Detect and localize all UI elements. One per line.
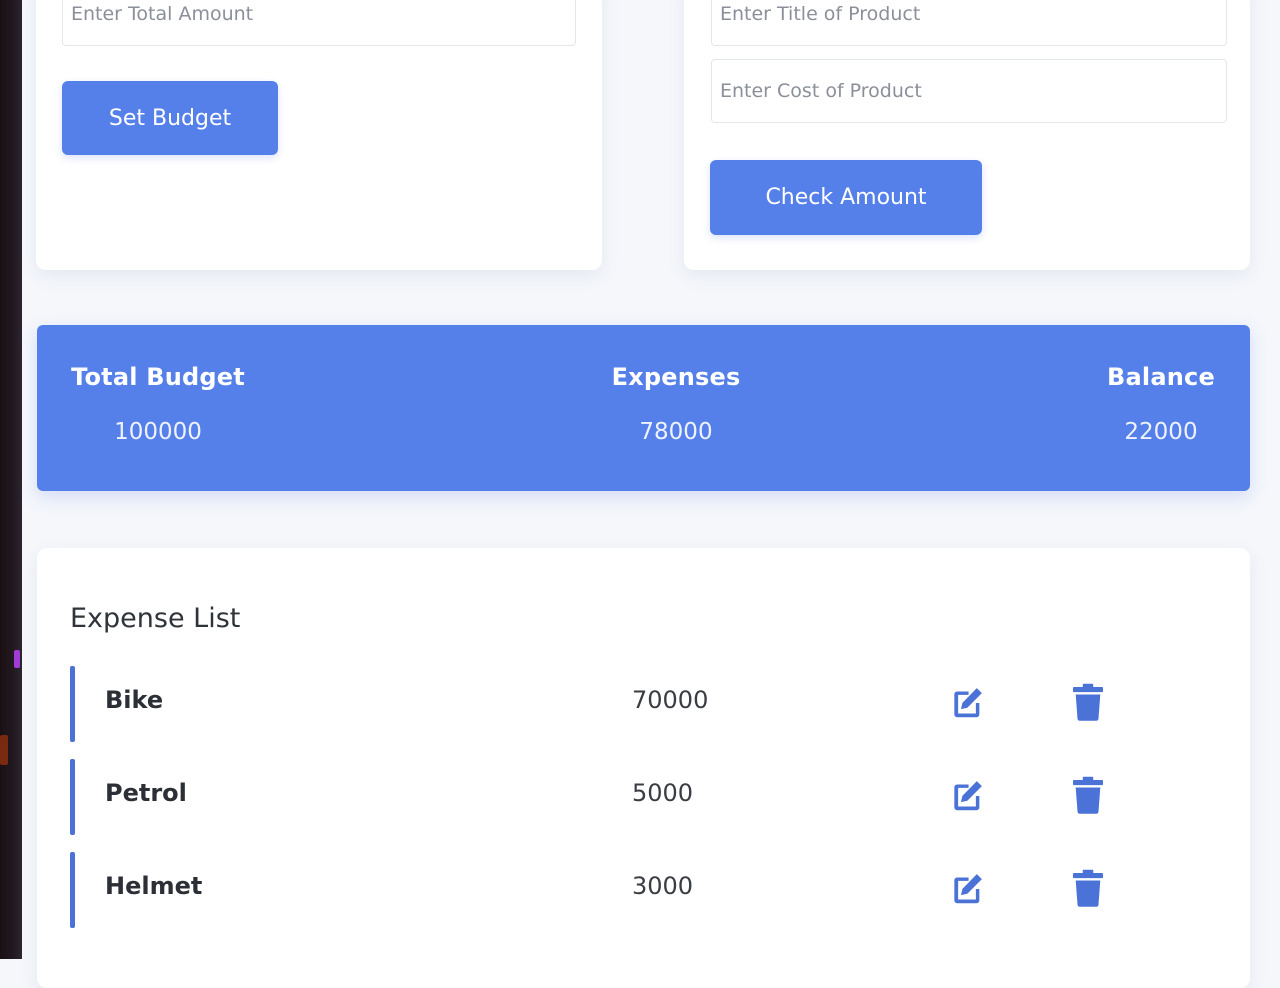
expense-row: Petrol 5000 (70, 759, 1170, 835)
expenses-label: Expenses (611, 363, 741, 391)
expense-amount: 5000 (632, 779, 694, 807)
expense-name: Bike (105, 686, 164, 714)
row-accent-bar (70, 759, 75, 835)
check-amount-button[interactable]: Check Amount (710, 160, 982, 235)
edit-icon[interactable] (948, 684, 986, 722)
expense-amount: 3000 (632, 872, 694, 900)
balance-value: 22000 (1124, 419, 1198, 445)
product-title-input[interactable] (711, 0, 1227, 46)
total-amount-input[interactable] (62, 0, 576, 46)
edit-icon[interactable] (948, 777, 986, 815)
balance-block: Balance 22000 (1101, 363, 1221, 445)
expense-row: Helmet 3000 (70, 852, 1170, 928)
row-accent-bar (70, 852, 75, 928)
product-cost-input[interactable] (711, 59, 1227, 123)
row-accent-bar (70, 666, 75, 742)
set-budget-button[interactable]: Set Budget (62, 81, 278, 155)
total-budget-value: 100000 (114, 419, 202, 445)
total-budget-block: Total Budget 100000 (69, 363, 247, 445)
bezel-light (0, 735, 8, 765)
budget-summary: Total Budget 100000 Expenses 78000 Balan… (37, 325, 1250, 491)
trash-icon[interactable] (1070, 682, 1106, 722)
window-bezel (0, 0, 22, 959)
expense-list-title: Expense List (70, 603, 241, 634)
expense-name: Helmet (105, 872, 203, 900)
expenses-block: Expenses 78000 (609, 363, 743, 445)
trash-icon[interactable] (1070, 868, 1106, 908)
edit-icon[interactable] (948, 870, 986, 908)
expense-row: Bike 70000 (70, 666, 1170, 742)
balance-label: Balance (1107, 363, 1215, 391)
trash-icon[interactable] (1070, 775, 1106, 815)
expenses-value: 78000 (639, 419, 713, 445)
total-budget-label: Total Budget (71, 363, 245, 391)
bezel-light (14, 650, 20, 668)
expense-name: Petrol (105, 779, 187, 807)
expense-amount: 70000 (632, 686, 709, 714)
